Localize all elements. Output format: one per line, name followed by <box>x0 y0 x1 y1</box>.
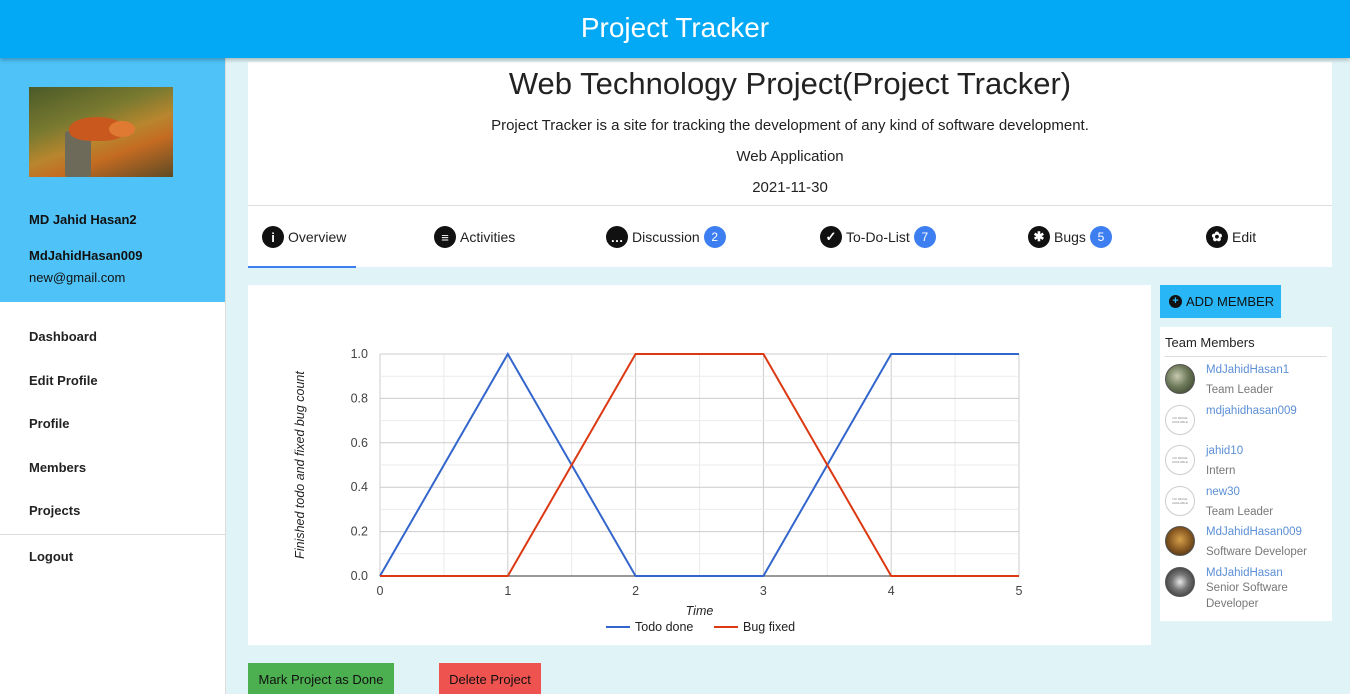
nav-logout[interactable]: Logout <box>0 549 225 564</box>
sidebar-nav: Dashboard Edit Profile Profile Members P… <box>0 302 225 534</box>
tab-label: Edit <box>1232 229 1257 245</box>
no-image-text: NO IMAGE AVAILABLE <box>1172 416 1188 424</box>
member-item[interactable]: MdJahidHasan009 Software Developer <box>1165 526 1316 560</box>
y-tick-label: 0.2 <box>351 525 368 539</box>
bugs-count-badge: 5 <box>1089 226 1112 248</box>
member-role: Intern <box>1206 465 1236 477</box>
member-avatar-placeholder: NO IMAGE AVAILABLE <box>1165 445 1195 475</box>
member-item[interactable]: NO IMAGE AVAILABLE mdjahidhasan009 <box>1165 405 1297 435</box>
gear-icon: ✿ <box>1206 226 1228 248</box>
member-avatar <box>1165 526 1195 556</box>
project-type: Web Application <box>736 148 844 165</box>
y-tick-label: 0.8 <box>351 391 368 405</box>
tab-label: Bugs <box>1054 229 1086 245</box>
tab-discussion[interactable]: … Discussion 2 <box>606 206 726 268</box>
member-name[interactable]: MdJahidHasan1 <box>1206 364 1316 376</box>
member-item[interactable]: NO IMAGE AVAILABLE jahid10 Intern <box>1165 445 1316 479</box>
todo-count-badge: 7 <box>913 226 936 248</box>
nav-projects[interactable]: Projects <box>0 490 225 534</box>
legend-label: Bug fixed <box>743 620 795 634</box>
member-name[interactable]: MdJahidHasan009 <box>1206 526 1316 538</box>
team-members-title: Team Members <box>1165 335 1327 357</box>
member-avatar <box>1165 567 1195 597</box>
check-circle-icon: ✓ <box>820 226 842 248</box>
member-avatar <box>1165 364 1195 394</box>
no-image-text: NO IMAGE AVAILABLE <box>1172 456 1188 464</box>
nav-profile[interactable]: Profile <box>0 403 225 447</box>
nav-members[interactable]: Members <box>0 447 225 491</box>
member-item[interactable]: MdJahidHasan Senior Software Developer <box>1165 567 1316 612</box>
add-member-button[interactable]: + ADD MEMBER <box>1160 285 1281 318</box>
project-title: Web Technology Project(Project Tracker) <box>508 66 1072 101</box>
no-image-text: NO IMAGE AVAILABLE <box>1172 497 1188 505</box>
x-tick-label: 2 <box>632 584 639 598</box>
progress-chart: 0.0 0.2 0.4 0.6 0.8 1.0 0 1 2 3 4 5 Time Finished tod… <box>293 347 1023 634</box>
mark-project-done-button[interactable]: Mark Project as Done <box>248 663 394 694</box>
y-tick-label: 1.0 <box>351 347 368 361</box>
x-tick-label: 4 <box>888 584 895 598</box>
x-tick-label: 0 <box>377 584 384 598</box>
y-tick-label: 0.4 <box>351 480 368 494</box>
member-name[interactable]: jahid10 <box>1206 445 1316 457</box>
project-tabs: i Overview ≡ Activities … Discussion 2 ✓… <box>247 205 1332 268</box>
x-axis-label: Time <box>686 604 714 618</box>
x-tick-label: 5 <box>1016 584 1023 598</box>
member-name[interactable]: new30 <box>1206 486 1316 498</box>
tab-label: Activities <box>460 229 516 245</box>
chat-icon: … <box>606 226 628 248</box>
user-email: new@gmail.com <box>29 270 126 285</box>
user-username: MdJahidHasan009 <box>29 248 143 263</box>
x-tick-label: 3 <box>760 584 767 598</box>
member-item[interactable]: MdJahidHasan1 Team Leader <box>1165 364 1316 398</box>
progress-chart-card: 0.0 0.2 0.4 0.6 0.8 1.0 0 1 2 3 4 5 Time Finished tod… <box>248 285 1151 645</box>
sidebar: MD Jahid Hasan2 MdJahidHasan009 new@gmai… <box>0 58 226 694</box>
tab-activities[interactable]: ≡ Activities <box>434 206 515 268</box>
member-role: Software Developer <box>1206 546 1307 558</box>
x-tick-label: 1 <box>504 584 511 598</box>
member-role: Senior Software Developer <box>1206 582 1288 611</box>
member-avatar-placeholder: NO IMAGE AVAILABLE <box>1165 405 1195 435</box>
member-avatar-placeholder: NO IMAGE AVAILABLE <box>1165 486 1195 516</box>
project-description: Project Tracker is a site for tracking t… <box>491 117 1089 134</box>
tab-label: To-Do-List <box>846 229 910 245</box>
app-title: Project Tracker <box>0 0 1350 58</box>
team-members-panel: Team Members MdJahidHasan1 Team Leader N… <box>1160 327 1332 621</box>
tab-label: Discussion <box>632 229 700 245</box>
y-axis-label: Finished todo and fixed bug count <box>293 371 307 559</box>
add-member-label: ADD MEMBER <box>1186 294 1275 309</box>
tab-todo-list[interactable]: ✓ To-Do-List 7 <box>820 206 936 268</box>
legend-label: Todo done <box>635 620 693 634</box>
nav-divider <box>0 533 225 535</box>
user-full-name: MD Jahid Hasan2 <box>29 212 137 227</box>
nav-edit-profile[interactable]: Edit Profile <box>0 360 225 404</box>
nav-dashboard[interactable]: Dashboard <box>0 316 225 360</box>
delete-project-button[interactable]: Delete Project <box>439 663 541 694</box>
member-name[interactable]: mdjahidhasan009 <box>1206 405 1297 417</box>
member-role: Team Leader <box>1206 506 1274 518</box>
member-item[interactable]: NO IMAGE AVAILABLE new30 Team Leader <box>1165 486 1316 520</box>
tab-bugs[interactable]: ✱ Bugs 5 <box>1028 206 1112 268</box>
project-date: 2021-11-30 <box>752 179 828 196</box>
profile-panel: MD Jahid Hasan2 MdJahidHasan009 new@gmai… <box>0 58 225 302</box>
member-name[interactable]: MdJahidHasan <box>1206 567 1316 579</box>
tab-label: Overview <box>288 229 347 245</box>
tab-edit[interactable]: ✿ Edit <box>1206 206 1256 268</box>
tab-overview[interactable]: i Overview <box>247 206 357 268</box>
user-avatar <box>29 87 173 177</box>
project-header: Web Technology Project(Project Tracker) … <box>247 62 1332 268</box>
y-tick-label: 0.6 <box>351 436 368 450</box>
y-tick-label: 0.0 <box>351 569 368 583</box>
bug-icon: ✱ <box>1028 226 1050 248</box>
plus-circle-icon: + <box>1169 295 1182 308</box>
discussion-count-badge: 2 <box>703 226 726 248</box>
info-icon: i <box>262 226 284 248</box>
member-role: Team Leader <box>1206 384 1274 396</box>
clipboard-icon: ≡ <box>434 226 456 248</box>
